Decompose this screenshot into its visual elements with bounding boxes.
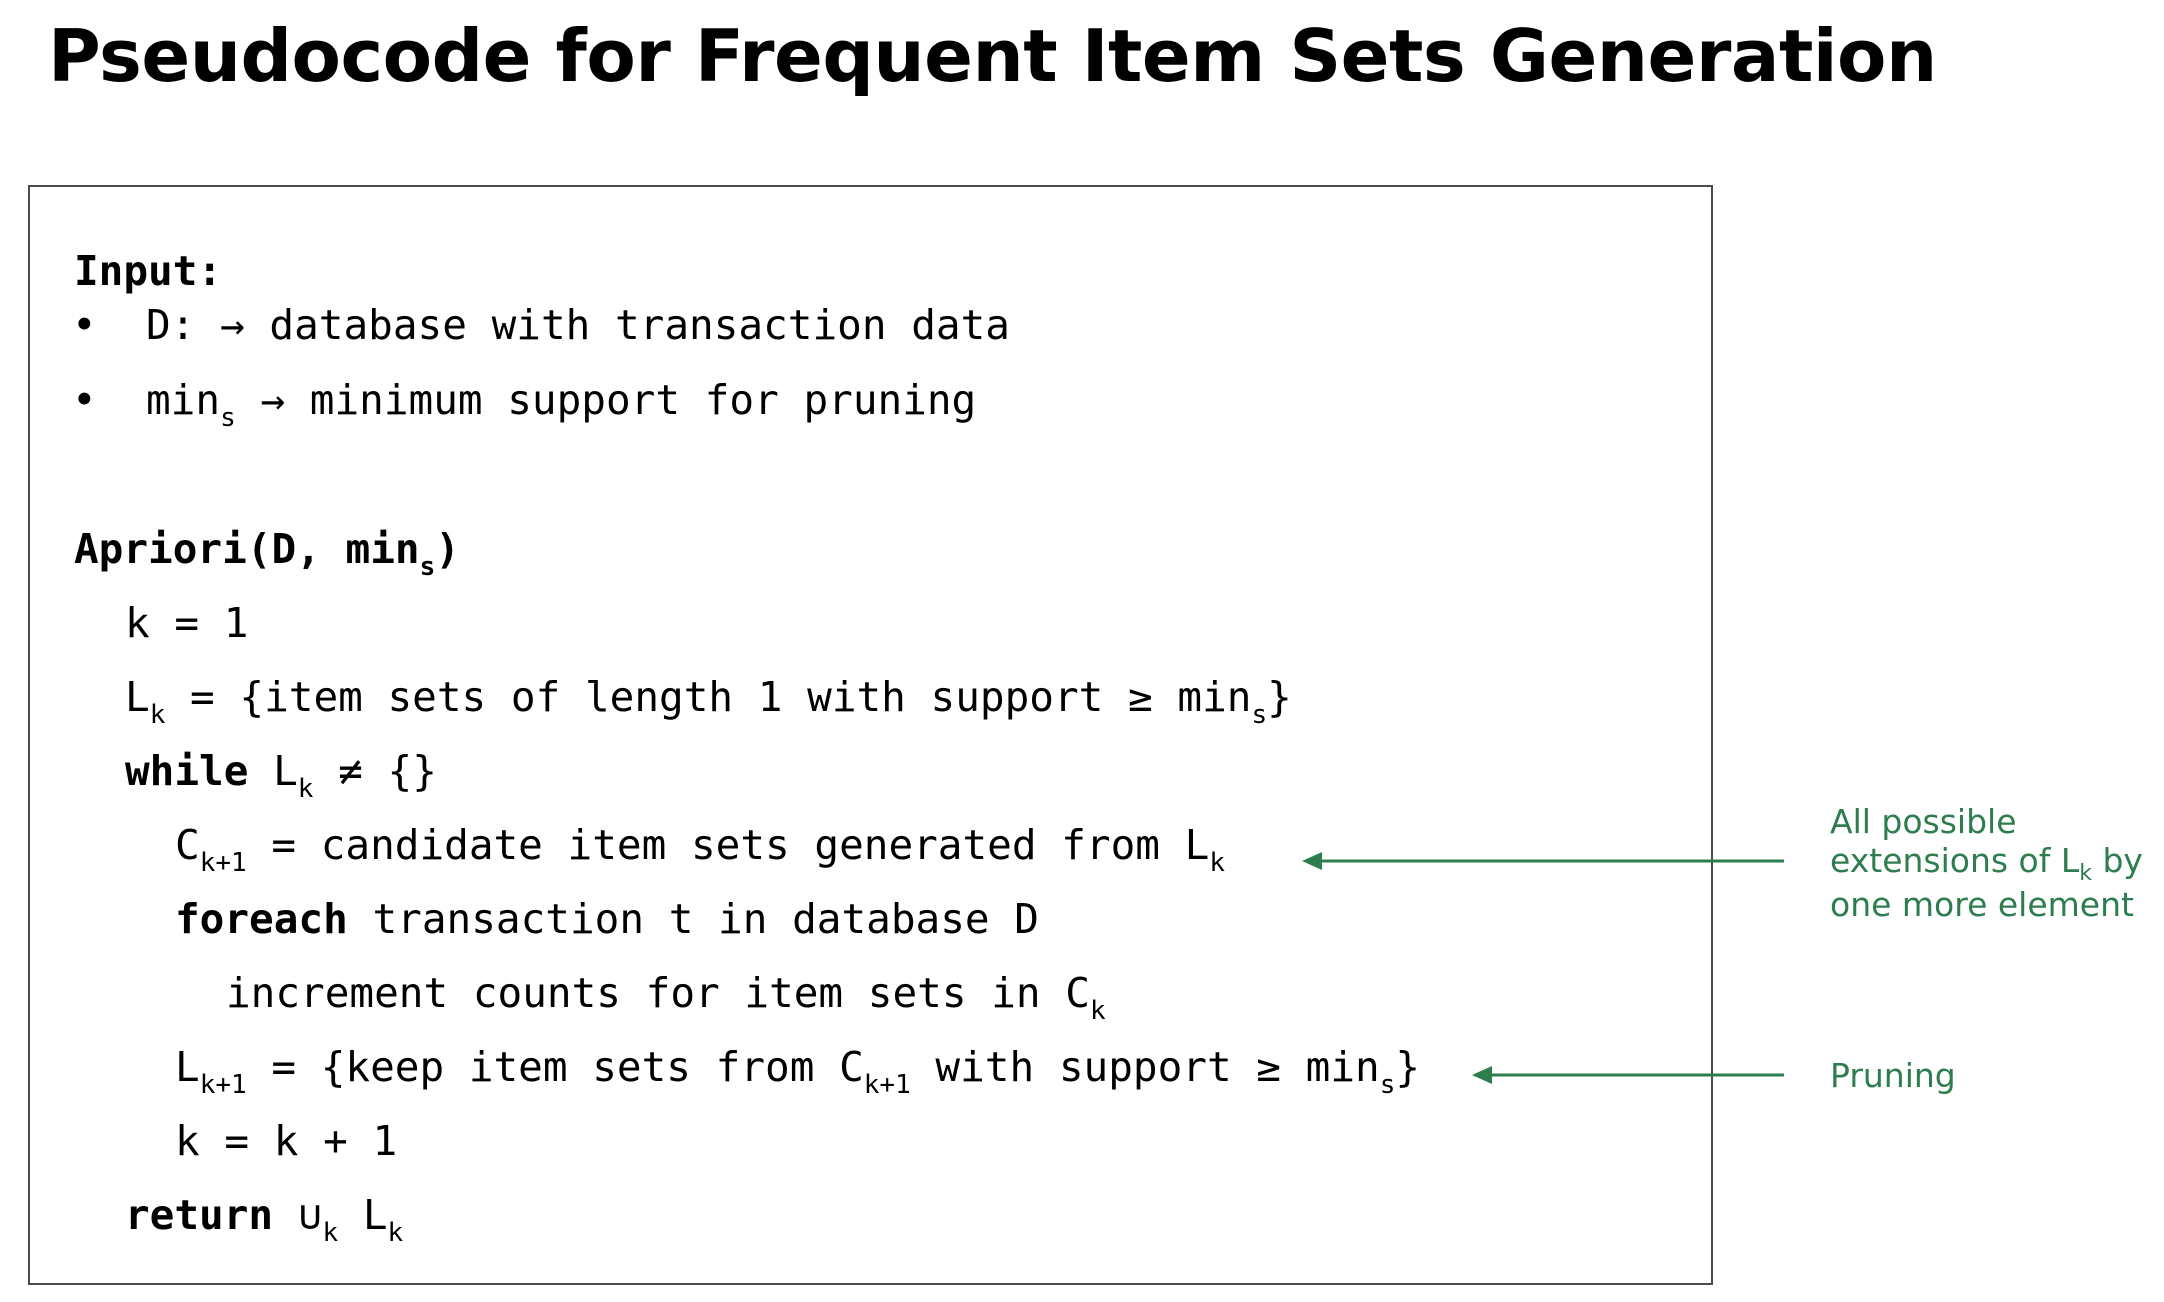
keep-expr: = {keep item sets from C <box>246 1043 864 1091</box>
foreach-keyword: foreach <box>175 895 348 943</box>
annotation-subscript: k <box>2079 861 2092 886</box>
code-line-k-increment: k = k + 1 <box>175 1117 398 1165</box>
ck-subscript: k+1 <box>199 848 247 878</box>
min-subscript: s <box>220 403 236 433</box>
support-expr: with support ≥ min <box>910 1043 1380 1091</box>
keep-close: } <box>1395 1043 1421 1091</box>
lk-symbol: L <box>125 673 150 721</box>
ck-subscript: k <box>1089 996 1106 1026</box>
annotation-text: by <box>2092 841 2143 880</box>
annotation-text: extensions of L <box>1830 841 2080 880</box>
code-line-increment: increment counts for item sets in Ck <box>226 963 1106 1029</box>
min-support-desc: → minimum support for pruning <box>235 376 977 424</box>
input-item-database-text: D: → database with transaction data <box>146 301 1010 349</box>
increment-expr: increment counts for item sets in C <box>226 969 1090 1017</box>
lk-init-expr: = {item sets of length 1 with support ≥ … <box>165 673 1252 721</box>
code-line-pruning: Lk+1 = {keep item sets from Ck+1 with su… <box>175 1037 1420 1103</box>
ck1-subscript: k+1 <box>863 1070 911 1100</box>
arrow-left-icon <box>1472 1066 1784 1084</box>
lk1-symbol: L <box>175 1043 200 1091</box>
union-symbol: ∪ <box>273 1191 323 1239</box>
union-subscript: k <box>322 1218 339 1248</box>
code-line-lk-init: Lk = {item sets of length 1 with support… <box>125 667 1292 733</box>
lk-subscript: k <box>387 1218 404 1248</box>
annotation-line: extensions of Lk by <box>1830 841 2143 886</box>
arrow-left-icon <box>1302 852 1784 870</box>
code-line-while: while Lk ≠ {} <box>125 741 437 807</box>
annotation-extensions: All possible extensions of Lk by one mor… <box>1830 802 2143 924</box>
page-title: Pseudocode for Frequent Item Sets Genera… <box>48 14 1937 98</box>
lk-symbol: L <box>338 1191 388 1239</box>
lk-subscript: k <box>1209 848 1225 878</box>
bullet-icon: • <box>72 376 97 424</box>
code-line-k-init: k = 1 <box>125 599 249 647</box>
while-cond: ≠ {} <box>313 747 437 795</box>
min-label: min <box>146 376 221 424</box>
input-item-min-support: mins → minimum support for pruning <box>146 370 976 436</box>
return-keyword: return <box>125 1191 274 1239</box>
min-subscript: s <box>1379 1070 1396 1100</box>
annotation-line: one more element <box>1830 885 2134 924</box>
min-subscript: s <box>1251 700 1268 730</box>
func-close: ) <box>435 525 460 573</box>
lk-subscript: k <box>149 700 166 730</box>
func-name: Apriori(D, min <box>74 525 420 573</box>
bullet-icon: • <box>72 301 97 349</box>
foreach-expr: transaction t in database D <box>347 895 1039 943</box>
function-signature: Apriori(D, mins) <box>74 519 460 585</box>
lk-init-close: } <box>1267 673 1292 721</box>
pseudocode-box: Input: • D: → database with transaction … <box>28 185 1713 1285</box>
code-line-candidates: Ck+1 = candidate item sets generated fro… <box>175 815 1225 881</box>
ck-symbol: C <box>175 821 200 869</box>
code-line-return: return ∪k Lk <box>125 1185 403 1251</box>
annotation-pruning: Pruning <box>1830 1056 1956 1095</box>
lk-symbol: L <box>248 747 298 795</box>
candidates-expr: = candidate item sets generated from L <box>246 821 1210 869</box>
code-line-foreach: foreach transaction t in database D <box>175 889 1039 949</box>
while-keyword: while <box>125 747 249 795</box>
func-subscript: s <box>419 552 436 582</box>
annotation-line: All possible <box>1830 802 2017 841</box>
lk-subscript: k <box>297 774 314 804</box>
input-heading: Input: <box>74 247 223 295</box>
input-item-database: D: → database with transaction data <box>146 295 1010 355</box>
lk1-subscript: k+1 <box>199 1070 247 1100</box>
